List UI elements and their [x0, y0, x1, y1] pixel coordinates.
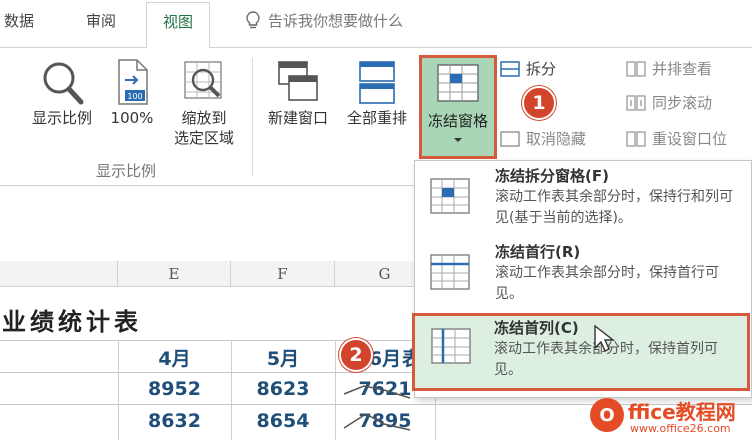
table-cell[interactable]: 8654 — [231, 406, 335, 436]
table-cell[interactable]: 8952 — [118, 374, 231, 404]
menu-item-freeze-panes[interactable]: 冻结拆分窗格(F) 滚动工作表其余部分时，保持行和列可见(基于当前的选择)。 — [415, 161, 752, 239]
zoom-100-icon: 100 — [118, 59, 148, 105]
office-logo-icon: O — [590, 398, 624, 432]
new-window-button[interactable]: 新建窗口 — [258, 58, 338, 128]
column-header-d[interactable] — [0, 261, 118, 287]
new-window-icon — [278, 61, 318, 101]
menu-item-title: 冻结拆分窗格(F) — [495, 167, 609, 185]
group-label-zoom: 显示比例 — [96, 162, 157, 180]
freeze-panes-menu: 冻结拆分窗格(F) 滚动工作表其余部分时，保持行和列可见(基于当前的选择)。 冻… — [412, 160, 752, 398]
reset-position-icon — [626, 130, 646, 147]
step-badge-1: 1 — [522, 86, 556, 120]
menu-item-title: 冻结首行(R) — [495, 243, 581, 261]
ribbon-tab-bar: 数据 审阅 视图 告诉我你想要做什么 — [0, 0, 752, 49]
menu-item-title: 冻结首列(C) — [494, 319, 579, 337]
cell-header-may[interactable]: 5月 — [231, 342, 335, 372]
menu-item-freeze-top-row[interactable]: 冻结首行(R) 滚动工作表其余部分时，保持首行可见。 — [415, 237, 752, 315]
freeze-first-column-icon — [431, 328, 471, 364]
freeze-panes-label: 冻结窗格 — [427, 112, 488, 130]
menu-item-desc: 滚动工作表其余部分时，保持行和列可见(基于当前的选择)。 — [495, 189, 733, 226]
split-button[interactable]: 拆分 — [500, 58, 556, 79]
chevron-down-icon — [454, 138, 462, 142]
freeze-top-row-icon — [430, 254, 470, 290]
tell-me-box[interactable]: 告诉我你想要做什么 — [246, 10, 403, 31]
mouse-cursor-icon — [594, 324, 615, 352]
lightbulb-icon — [246, 10, 260, 28]
ribbon-separator — [252, 58, 253, 176]
zoom-selection-icon — [184, 61, 222, 99]
side-by-side-button[interactable]: 并排查看 — [626, 58, 712, 79]
unhide-button[interactable]: 取消隐藏 — [500, 128, 586, 149]
unhide-icon — [500, 130, 520, 147]
menu-item-desc: 滚动工作表其余部分时，保持首行可见。 — [495, 265, 719, 302]
menu-item-freeze-first-column[interactable]: 冻结首列(C) 滚动工作表其余部分时，保持首列可见。 — [412, 313, 750, 391]
reset-window-position-button[interactable]: 重设窗口位 — [626, 128, 727, 149]
watermark-url: www.office26.com — [630, 422, 731, 435]
split-icon — [500, 60, 520, 77]
arrange-all-button[interactable]: 全部重排 — [338, 58, 416, 128]
table-cell[interactable]: 8623 — [231, 374, 335, 404]
sparkline-chart — [343, 385, 411, 431]
sheet-title: 业绩统计表 — [2, 307, 142, 336]
sync-scroll-button[interactable]: 同步滚动 — [626, 92, 712, 113]
zoom-100-button[interactable]: 100 100% — [104, 58, 160, 128]
step-badge-2: 2 — [339, 338, 373, 372]
zoom-button[interactable]: 显示比例 — [24, 58, 100, 128]
side-by-side-icon — [626, 60, 646, 77]
menu-item-desc: 滚动工作表其余部分时，保持首列可见。 — [494, 341, 718, 378]
arrange-all-icon — [359, 61, 395, 104]
column-header-f[interactable]: F — [231, 261, 335, 287]
freeze-panes-icon — [437, 64, 479, 102]
cell-header-april[interactable]: 4月 — [118, 342, 231, 372]
svg-text:100: 100 — [127, 92, 142, 101]
sync-scroll-icon — [626, 94, 646, 111]
watermark: O ffice教程网 www.office26.com — [590, 396, 752, 440]
tab-review[interactable]: 审阅 — [86, 10, 116, 31]
tab-view[interactable]: 视图 — [146, 2, 211, 49]
magnifier-icon — [43, 62, 84, 105]
watermark-text: ffice教程网 — [628, 400, 736, 424]
tab-data[interactable]: 数据 — [4, 10, 34, 31]
zoom-to-selection-button[interactable]: 缩放到 选定区域 — [164, 58, 244, 148]
tell-me-text: 告诉我你想要做什么 — [268, 12, 404, 30]
column-header-e[interactable]: E — [118, 261, 231, 287]
freeze-panes-icon — [430, 178, 470, 214]
freeze-panes-button[interactable]: 冻结窗格 — [419, 55, 497, 159]
table-cell[interactable]: 8632 — [118, 406, 231, 436]
